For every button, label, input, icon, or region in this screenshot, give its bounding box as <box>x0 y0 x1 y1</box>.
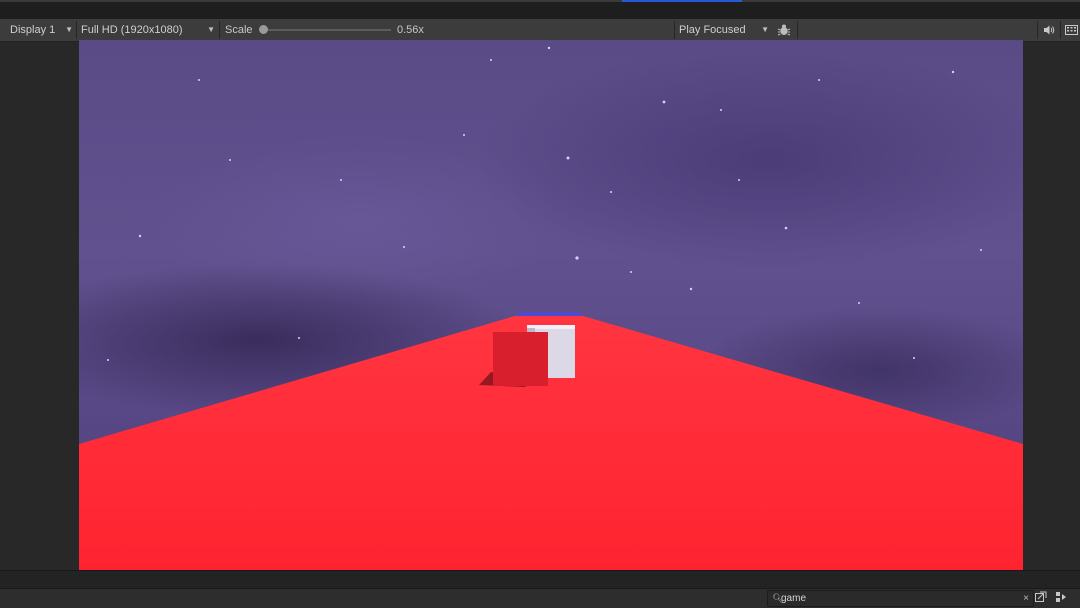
game-view-toolbar: Display 1 ▼ Full HD (1920x1080) ▼ Scale … <box>0 19 1080 42</box>
scale-value: 0.56x <box>397 24 424 36</box>
play-mode-label: Play Focused <box>679 24 746 36</box>
top-strip <box>0 0 1080 19</box>
scale-slider[interactable] <box>263 29 391 31</box>
speaker-icon[interactable] <box>1041 19 1057 44</box>
separator <box>1037 21 1038 39</box>
search-field[interactable]: 🔍︎ game × <box>767 590 1034 607</box>
layers-icon[interactable] <box>1054 591 1068 605</box>
chevron-down-icon: ▼ <box>761 25 769 34</box>
search-input[interactable]: game <box>781 591 806 606</box>
resolution-label: Full HD (1920x1080) <box>81 24 183 36</box>
game-view[interactable] <box>79 40 1023 570</box>
status-bar <box>0 570 1080 588</box>
display-label: Display 1 <box>10 24 56 36</box>
scale-label: Scale <box>225 24 253 36</box>
window-settings-icon[interactable] <box>1034 591 1048 605</box>
separator <box>219 21 220 39</box>
play-mode-dropdown[interactable]: Play Focused ▼ <box>675 19 772 41</box>
game-scene <box>79 46 1023 570</box>
chevron-down-icon: ▼ <box>207 25 215 34</box>
active-tab-indicator <box>622 0 742 2</box>
display-dropdown[interactable]: Display 1 ▼ <box>0 19 76 41</box>
chevron-down-icon: ▼ <box>65 25 73 34</box>
keyboard-icon[interactable] <box>1063 19 1079 43</box>
resolution-dropdown[interactable]: Full HD (1920x1080) ▼ <box>77 19 218 41</box>
scale-slider-handle[interactable] <box>259 25 268 34</box>
road-far-edge <box>515 312 583 316</box>
window-edge <box>0 0 1080 2</box>
separator <box>1060 21 1061 39</box>
separator <box>797 21 798 39</box>
red-cube <box>493 332 548 386</box>
clear-icon[interactable]: × <box>1023 591 1029 606</box>
